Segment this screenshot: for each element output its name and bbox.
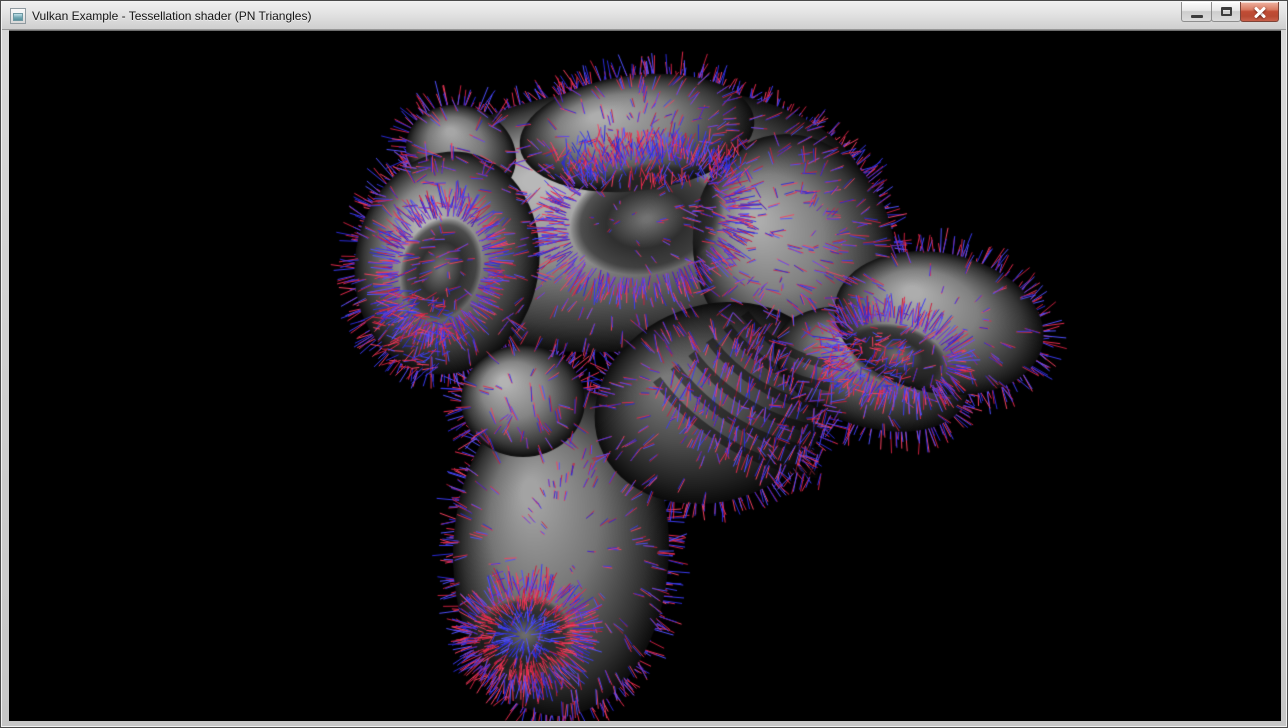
maximize-icon xyxy=(1221,7,1232,16)
render-viewport xyxy=(9,30,1281,720)
app-icon-content-pane xyxy=(13,13,23,21)
close-icon xyxy=(1252,5,1268,19)
close-button[interactable] xyxy=(1240,2,1279,22)
vulkan-render-canvas[interactable] xyxy=(9,31,1281,721)
window-title: Vulkan Example - Tessellation shader (PN… xyxy=(32,9,311,23)
application-icon[interactable] xyxy=(10,8,26,24)
titlebar[interactable]: Vulkan Example - Tessellation shader (PN… xyxy=(2,2,1286,30)
window-controls xyxy=(1181,2,1279,23)
maximize-button[interactable] xyxy=(1211,2,1241,22)
vulkan-example-window: Vulkan Example - Tessellation shader (PN… xyxy=(0,0,1288,728)
minimize-button[interactable] xyxy=(1181,2,1212,22)
minimize-icon xyxy=(1191,15,1203,18)
